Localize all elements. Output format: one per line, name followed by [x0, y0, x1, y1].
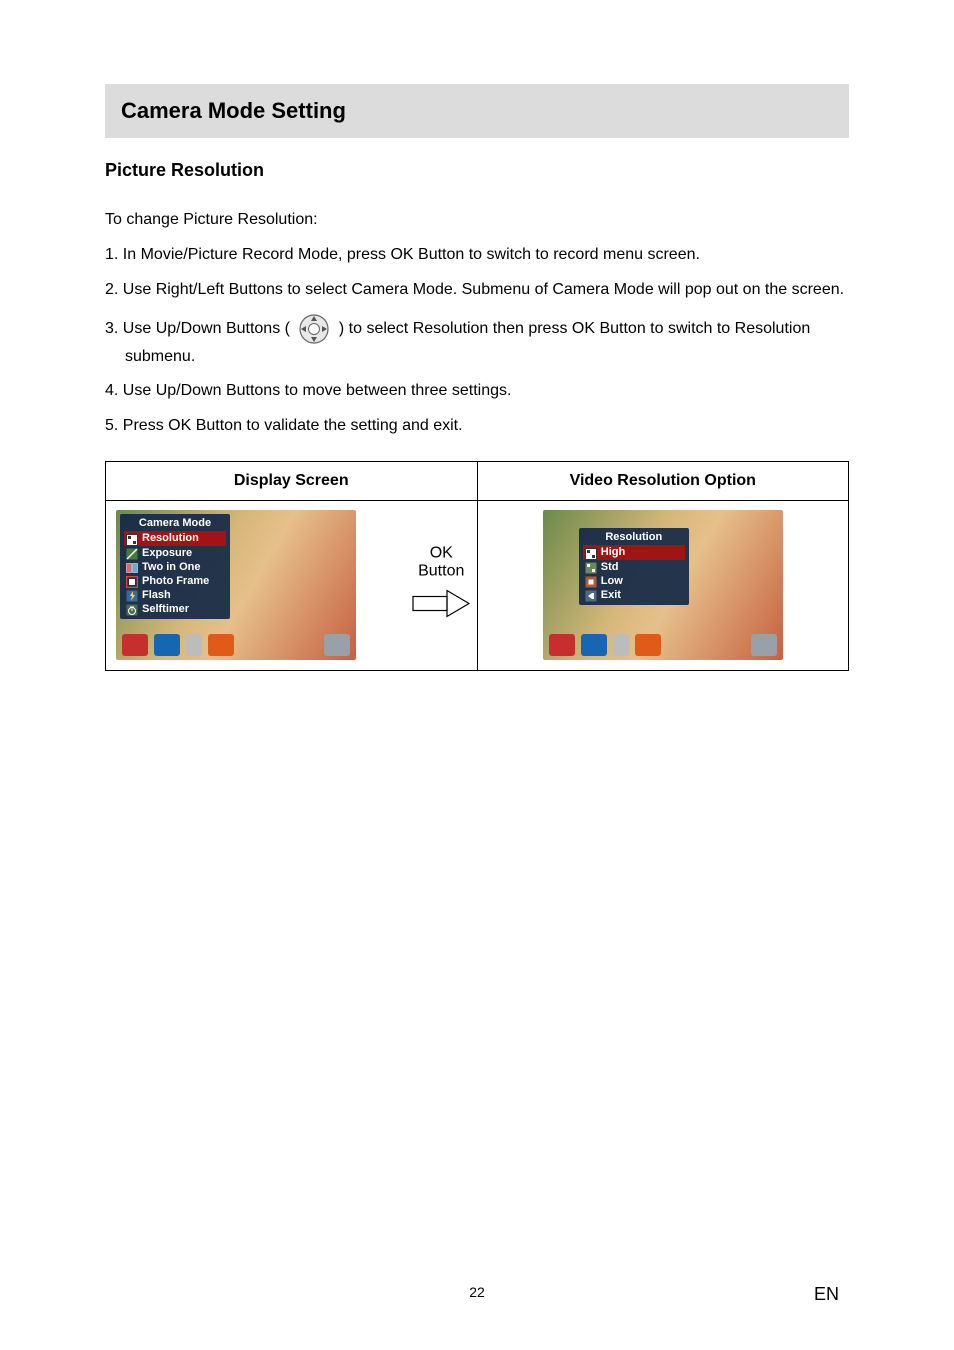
page-footer: 22 EN	[0, 1284, 954, 1314]
low-res-icon	[585, 575, 597, 587]
menu-item-label: Photo Frame	[142, 575, 209, 587]
camera-mode-screen: Camera Mode Resolution Exposure	[116, 510, 356, 660]
arrow-right-icon	[406, 587, 477, 626]
section-header-bar: Camera Mode Setting	[105, 84, 849, 138]
settings-tab-icon	[324, 634, 350, 656]
exit-icon	[585, 589, 597, 601]
menu-title: Camera Mode	[124, 516, 226, 531]
step-number: 3.	[105, 320, 118, 337]
menu-item-label: Low	[601, 575, 623, 587]
effect-tab-icon	[208, 634, 234, 656]
step-item: 2. Use Right/Left Buttons to select Came…	[105, 278, 849, 303]
menu-item-resolution: Resolution	[124, 531, 226, 545]
menu-item-std: Std	[583, 560, 685, 574]
effect-tab-icon	[635, 634, 661, 656]
resolution-menu-panel: Resolution High Std	[579, 528, 689, 604]
movie-tab-icon	[581, 634, 607, 656]
menu-item-high: High	[583, 545, 685, 559]
photo-frame-icon	[126, 575, 138, 587]
camera-mode-menu-panel: Camera Mode Resolution Exposure	[120, 514, 230, 619]
menu-item-label: Flash	[142, 589, 171, 601]
settings-tab-icon	[751, 634, 777, 656]
flash-icon	[126, 589, 138, 601]
exposure-icon	[126, 547, 138, 559]
menu-item-label: Exposure	[142, 547, 192, 559]
camera-tab-icon	[122, 634, 148, 656]
menu-item-label: High	[601, 546, 625, 558]
movie-tab-icon	[154, 634, 180, 656]
screens-table: Display Screen Video Resolution Option C…	[105, 461, 849, 671]
voice-tab-icon	[186, 634, 202, 656]
menu-item-exposure: Exposure	[124, 546, 226, 560]
resolution-screen: Resolution High Std	[543, 510, 783, 660]
menu-item-flash: Flash	[124, 588, 226, 602]
section-title: Camera Mode Setting	[121, 98, 833, 124]
step-number: 1.	[105, 246, 118, 263]
menu-item-label: Std	[601, 561, 619, 573]
menu-item-label: Exit	[601, 589, 621, 601]
selftimer-icon	[126, 603, 138, 615]
step-item: 5. Press OK Button to validate the setti…	[105, 414, 849, 439]
dpad-icon	[298, 313, 330, 345]
language-label: EN	[814, 1284, 839, 1305]
table-header-right: Video Resolution Option	[477, 461, 849, 500]
ok-button-label: OK Button	[406, 545, 477, 581]
display-screen-cell: Camera Mode Resolution Exposure	[106, 500, 478, 670]
step-item: 3. Use Up/Down Buttons ( ) to select Res…	[105, 313, 849, 370]
page-number: 22	[469, 1284, 485, 1300]
menu-title: Resolution	[583, 530, 685, 545]
table-header-left: Display Screen	[106, 461, 478, 500]
menu-item-selftimer: Selftimer	[124, 602, 226, 616]
camera-tab-icon	[549, 634, 575, 656]
step-text: Use Right/Left Buttons to select Camera …	[123, 281, 844, 298]
bottom-icon-row	[116, 632, 356, 658]
steps-list: 1. In Movie/Picture Record Mode, press O…	[105, 243, 849, 439]
intro-text: To change Picture Resolution:	[105, 211, 849, 229]
bottom-icon-row	[543, 632, 783, 658]
menu-item-label: Resolution	[142, 532, 199, 544]
two-in-one-icon	[126, 561, 138, 573]
step-text-pre: Use Up/Down Buttons (	[123, 320, 290, 337]
menu-item-label: Selftimer	[142, 603, 189, 615]
high-res-icon	[585, 547, 597, 559]
ok-button-block: OK Button	[406, 545, 477, 626]
voice-tab-icon	[613, 634, 629, 656]
menu-item-photo-frame: Photo Frame	[124, 574, 226, 588]
step-item: 1. In Movie/Picture Record Mode, press O…	[105, 243, 849, 268]
menu-item-two-in-one: Two in One	[124, 560, 226, 574]
resolution-icon	[126, 533, 138, 545]
step-text: In Movie/Picture Record Mode, press OK B…	[123, 246, 700, 263]
resolution-option-cell: Resolution High Std	[477, 500, 849, 670]
step-number: 5.	[105, 417, 118, 434]
subsection-title: Picture Resolution	[105, 160, 849, 181]
menu-item-exit: Exit	[583, 588, 685, 602]
step-number: 4.	[105, 382, 118, 399]
step-item: 4. Use Up/Down Buttons to move between t…	[105, 379, 849, 404]
step-number: 2.	[105, 281, 118, 298]
step-text: Use Up/Down Buttons to move between thre…	[123, 382, 512, 399]
std-res-icon	[585, 561, 597, 573]
step-text: Press OK Button to validate the setting …	[123, 417, 463, 434]
menu-item-label: Two in One	[142, 561, 200, 573]
menu-item-low: Low	[583, 574, 685, 588]
